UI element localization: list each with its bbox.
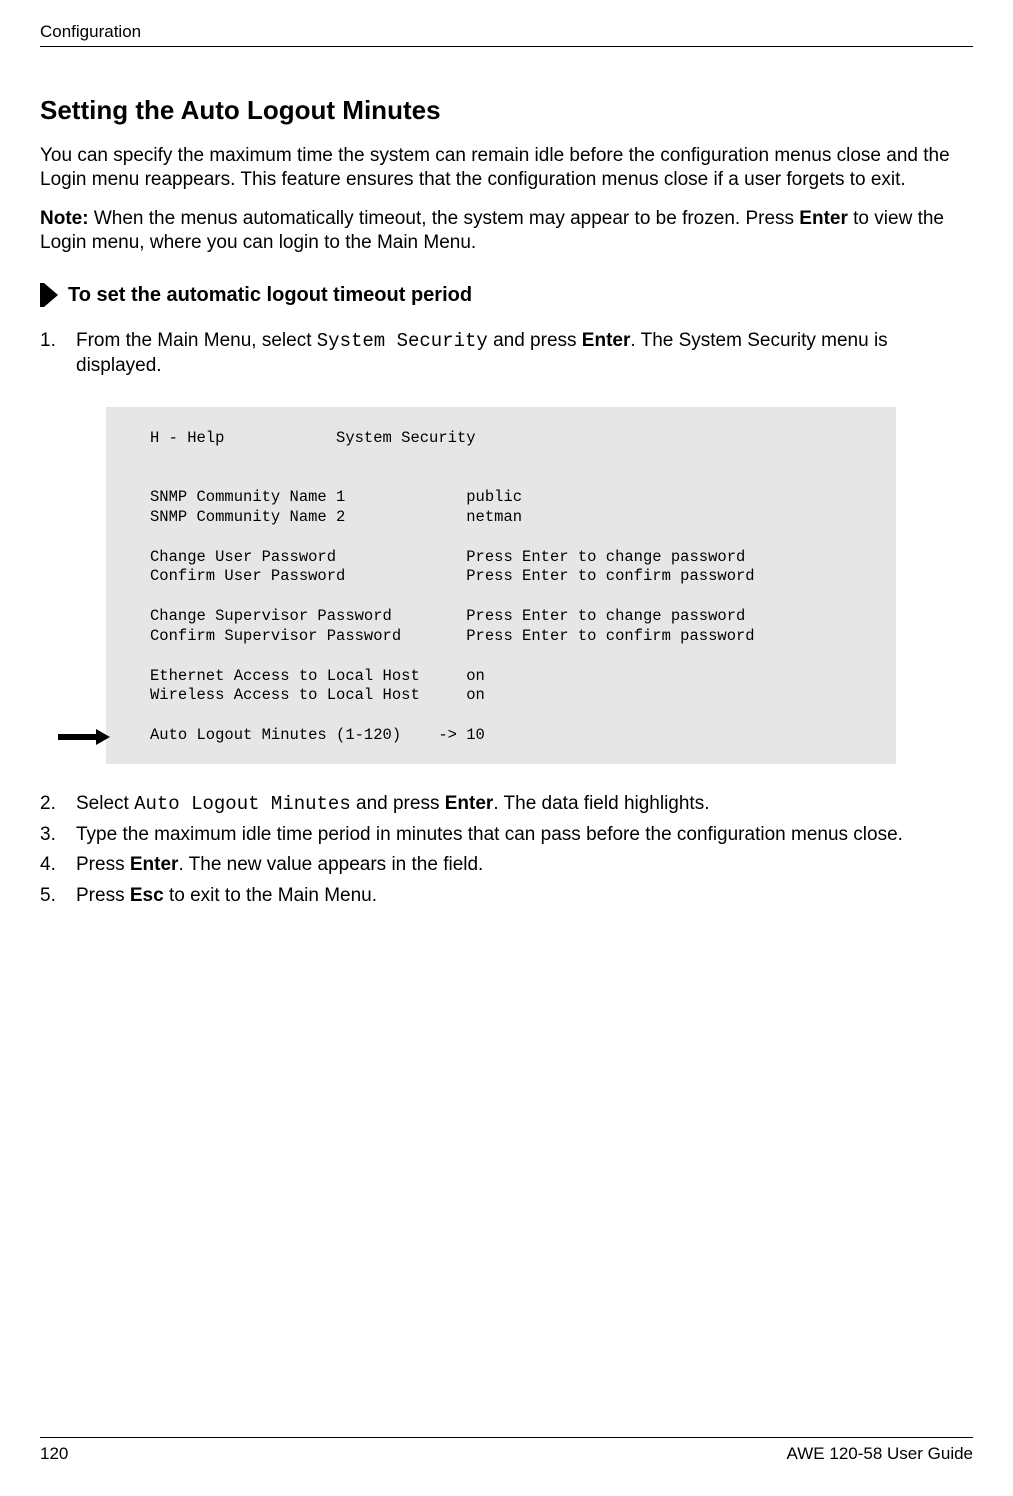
step-5: 5. Press Esc to exit to the Main Menu. bbox=[40, 884, 973, 909]
step-number: 1. bbox=[40, 329, 58, 378]
intro-paragraph: You can specify the maximum time the sys… bbox=[40, 144, 973, 193]
note-label: Note: bbox=[40, 208, 89, 229]
page-footer: 120 AWE 120-58 User Guide bbox=[40, 1437, 973, 1464]
step-1-text-a: From the Main Menu, select bbox=[76, 330, 317, 351]
screen-line: H - Help System Security bbox=[150, 429, 476, 447]
step-2-enter-key: Enter bbox=[445, 793, 494, 814]
screen-line: Ethernet Access to Local Host on bbox=[150, 667, 485, 685]
running-head: Configuration bbox=[40, 22, 973, 42]
step-1: 1. From the Main Menu, select System Sec… bbox=[40, 329, 973, 378]
step-3: 3. Type the maximum idle time period in … bbox=[40, 823, 973, 848]
step-number: 2. bbox=[40, 792, 58, 817]
page: Configuration Setting the Auto Logout Mi… bbox=[0, 0, 1013, 1496]
page-number: 120 bbox=[40, 1444, 68, 1464]
step-number: 5. bbox=[40, 884, 58, 909]
step-text: Type the maximum idle time period in min… bbox=[76, 823, 903, 848]
screen-line: Auto Logout Minutes (1-120) -> 10 bbox=[150, 726, 485, 744]
step-5-esc-key: Esc bbox=[130, 885, 164, 906]
terminal-screenshot-wrap: H - Help System Security SNMP Community … bbox=[106, 407, 973, 764]
step-2: 2. Select Auto Logout Minutes and press … bbox=[40, 792, 973, 817]
note-text-1: When the menus automatically timeout, th… bbox=[94, 208, 799, 229]
step-number: 3. bbox=[40, 823, 58, 848]
screen-line: SNMP Community Name 2 netman bbox=[150, 508, 522, 526]
screen-line: Confirm Supervisor Password Press Enter … bbox=[150, 627, 755, 645]
terminal-screenshot: H - Help System Security SNMP Community … bbox=[106, 407, 896, 764]
step-text: Press Esc to exit to the Main Menu. bbox=[76, 884, 377, 909]
step-1-text-b: and press bbox=[488, 330, 582, 351]
step-text: Select Auto Logout Minutes and press Ent… bbox=[76, 792, 710, 817]
step-text: Press Enter. The new value appears in th… bbox=[76, 853, 483, 878]
step-text: From the Main Menu, select System Securi… bbox=[76, 329, 973, 378]
step-5-text-b: to exit to the Main Menu. bbox=[164, 885, 377, 906]
note-paragraph: Note: When the menus automatically timeo… bbox=[40, 207, 973, 256]
step-2-code: Auto Logout Minutes bbox=[134, 793, 351, 815]
section-title: Setting the Auto Logout Minutes bbox=[40, 95, 973, 126]
step-4-text-a: Press bbox=[76, 854, 130, 875]
steps-list-continued: 2. Select Auto Logout Minutes and press … bbox=[40, 792, 973, 909]
screen-line: Wireless Access to Local Host on bbox=[150, 686, 485, 704]
screen-line: SNMP Community Name 1 public bbox=[150, 488, 522, 506]
procedure-title: To set the automatic logout timeout peri… bbox=[68, 284, 472, 307]
callout-arrow-icon bbox=[58, 729, 110, 750]
step-2-text-a: Select bbox=[76, 793, 134, 814]
note-enter-key: Enter bbox=[799, 208, 848, 229]
screen-line: Change Supervisor Password Press Enter t… bbox=[150, 607, 745, 625]
screen-line: Confirm User Password Press Enter to con… bbox=[150, 567, 755, 585]
step-5-text-a: Press bbox=[76, 885, 130, 906]
step-2-text-b: and press bbox=[351, 793, 445, 814]
tab-arrow-icon bbox=[40, 283, 58, 307]
header-rule bbox=[40, 46, 973, 47]
step-1-enter-key: Enter bbox=[582, 330, 631, 351]
steps-list: 1. From the Main Menu, select System Sec… bbox=[40, 329, 973, 378]
footer-row: 120 AWE 120-58 User Guide bbox=[40, 1444, 973, 1464]
step-4: 4. Press Enter. The new value appears in… bbox=[40, 853, 973, 878]
step-2-text-c: . The data field highlights. bbox=[493, 793, 709, 814]
step-1-code: System Security bbox=[317, 330, 488, 352]
procedure-heading-row: To set the automatic logout timeout peri… bbox=[40, 283, 973, 307]
step-number: 4. bbox=[40, 853, 58, 878]
screen-line: Change User Password Press Enter to chan… bbox=[150, 548, 745, 566]
step-4-text-b: . The new value appears in the field. bbox=[178, 854, 483, 875]
footer-rule bbox=[40, 1437, 973, 1438]
guide-title: AWE 120-58 User Guide bbox=[787, 1444, 973, 1464]
step-4-enter-key: Enter bbox=[130, 854, 179, 875]
